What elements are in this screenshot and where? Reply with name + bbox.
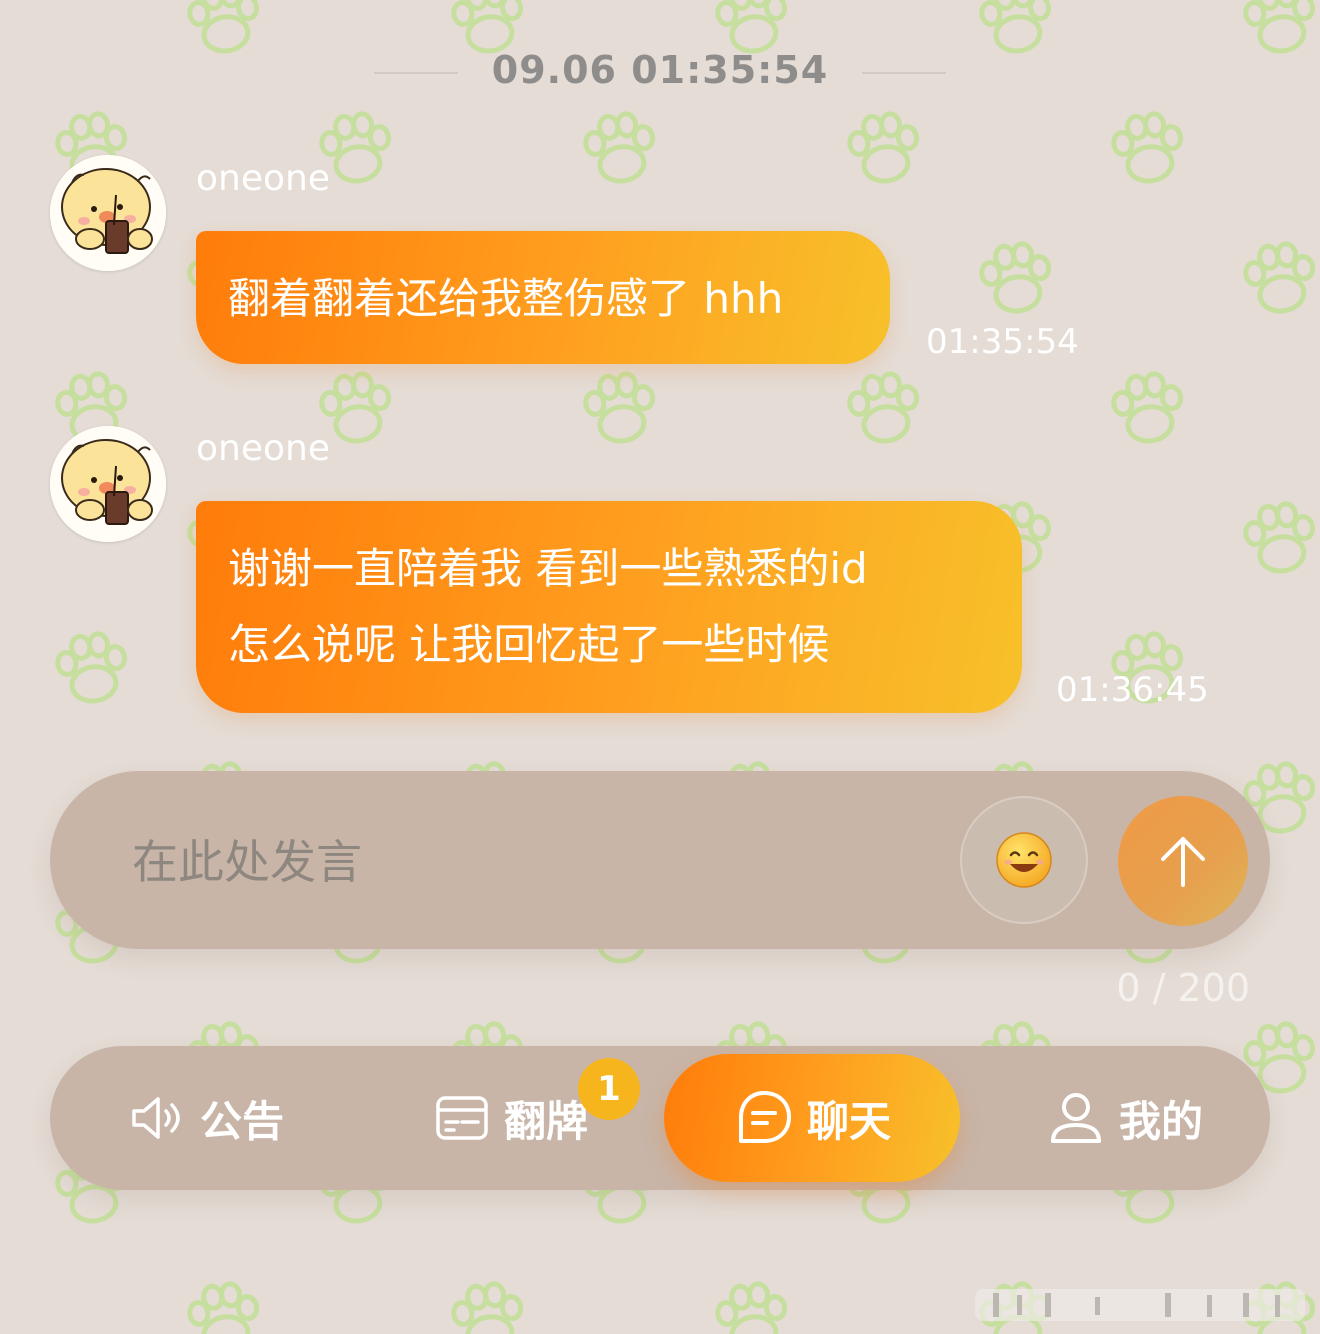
paw-print-icon — [1242, 501, 1318, 576]
character-counter: 0 / 200 — [1116, 966, 1250, 1010]
notification-badge: 1 — [578, 1058, 640, 1120]
date-divider: 09.06 01:35:54 — [0, 48, 1320, 98]
paw-print-icon — [978, 0, 1054, 55]
message-bubble[interactable]: 翻着翻着还给我整伤感了 hhh — [196, 231, 890, 364]
message-bubble[interactable]: 谢谢一直陪着我 看到一些熟悉的id 怎么说呢 让我回忆起了一些时候 — [196, 501, 1022, 713]
divider-line-right — [862, 72, 946, 74]
send-button[interactable] — [1118, 796, 1248, 926]
username: oneone — [196, 158, 330, 199]
paw-print-icon — [978, 241, 1054, 316]
tab-chat[interactable]: 聊天 — [664, 1054, 960, 1182]
chick-avatar-icon — [50, 426, 166, 542]
tab-flip-cards[interactable]: 翻牌 — [420, 1046, 600, 1190]
message-text: 翻着翻着还给我整伤感了 hhh — [228, 274, 784, 323]
paw-print-icon — [186, 1281, 262, 1334]
divider-line-left — [374, 72, 458, 74]
paw-print-icon — [846, 111, 922, 186]
tab-label: 翻牌 — [503, 1096, 588, 1146]
paw-print-icon — [714, 0, 790, 55]
avatar[interactable] — [50, 155, 166, 271]
tab-label: 我的 — [1118, 1096, 1203, 1146]
message-text-line: 怎么说呢 让我回忆起了一些时候 — [228, 620, 830, 669]
username: oneone — [196, 428, 330, 469]
paw-print-icon — [582, 111, 658, 186]
chat-bubble-icon — [733, 1087, 795, 1149]
tab-label: 聊天 — [806, 1096, 891, 1146]
paw-print-icon — [846, 371, 922, 446]
date-divider-text: 09.06 01:35:54 — [491, 48, 829, 92]
paw-print-icon — [450, 1281, 526, 1334]
emoji-button[interactable] — [960, 796, 1088, 924]
avatar[interactable] — [50, 426, 166, 542]
paw-print-icon — [1110, 111, 1186, 186]
speaker-icon — [126, 1087, 188, 1149]
watermark-graphic — [975, 1289, 1305, 1321]
tab-label: 公告 — [199, 1096, 284, 1146]
bottom-tab-bar: 公告 翻牌 1 聊天 我的 — [50, 1046, 1270, 1190]
paw-print-icon — [714, 1281, 790, 1334]
paw-print-icon — [450, 0, 526, 55]
paw-print-icon — [186, 0, 262, 55]
paw-print-icon — [54, 631, 130, 706]
tab-me[interactable]: 我的 — [1034, 1046, 1214, 1190]
message-input[interactable] — [130, 821, 914, 903]
paw-print-icon — [1242, 0, 1318, 55]
paw-print-icon — [582, 371, 658, 446]
paw-print-icon — [1110, 371, 1186, 446]
card-icon — [432, 1088, 492, 1148]
paw-print-icon — [1242, 241, 1318, 316]
arrow-up-icon — [1161, 837, 1205, 887]
chick-avatar-icon — [50, 155, 166, 271]
smile-emoji-icon — [996, 832, 1052, 888]
tab-announcements[interactable]: 公告 — [110, 1046, 300, 1190]
message-time: 01:35:54 — [926, 322, 1079, 362]
message-time: 01:36:45 — [1056, 670, 1209, 710]
message-text-line: 谢谢一直陪着我 看到一些熟悉的id — [228, 544, 868, 593]
message-composer — [50, 771, 1270, 949]
user-icon — [1045, 1087, 1107, 1149]
